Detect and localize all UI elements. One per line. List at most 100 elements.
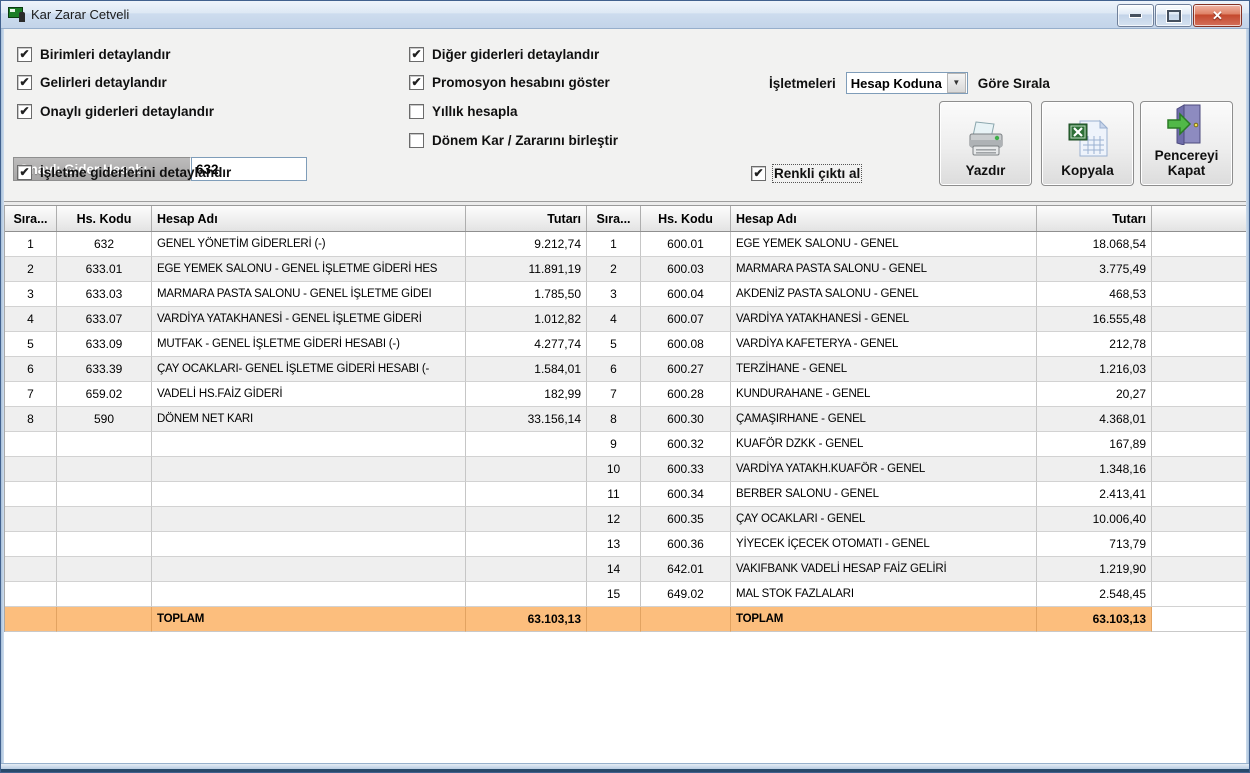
checkbox-unchecked-icon[interactable]: [409, 104, 424, 119]
cell-sira[interactable]: [5, 457, 57, 482]
table-row[interactable]: 6633.39ÇAY OCAKLARI- GENEL İŞLETME GİDER…: [5, 357, 1248, 382]
checkbox-checked-icon[interactable]: ✔: [17, 47, 32, 62]
cell-hesap-adi[interactable]: [152, 582, 466, 607]
cell-tutar[interactable]: [466, 457, 587, 482]
table-row[interactable]: 3633.03MARMARA PASTA SALONU - GENEL İŞLE…: [5, 282, 1248, 307]
sort-combobox[interactable]: Hesap Koduna ▼: [846, 72, 968, 94]
checkbox-checked-icon[interactable]: ✔: [17, 165, 32, 180]
checkbox-renkli-çıktı-al[interactable]: ✔Renkli çıktı al: [751, 165, 860, 181]
cell-extra[interactable]: [1152, 307, 1248, 332]
column-header[interactable]: Hesap Adı: [152, 206, 466, 231]
cell-hs-kodu[interactable]: [57, 582, 152, 607]
cell-sira[interactable]: [5, 582, 57, 607]
cell-extra[interactable]: [1152, 507, 1248, 532]
cell-hs-kodu[interactable]: 633.03: [57, 282, 152, 307]
cell-tutar[interactable]: 18.068,54: [1037, 232, 1152, 257]
table-row[interactable]: 7659.02VADELİ HS.FAİZ GİDERİ182,997600.2…: [5, 382, 1248, 407]
cell-hs-kodu[interactable]: 600.08: [641, 332, 731, 357]
cell-hs-kodu[interactable]: 633.07: [57, 307, 152, 332]
cell-hesap-adi[interactable]: MAL STOK FAZLALARI: [731, 582, 1037, 607]
cell-extra[interactable]: [1152, 432, 1248, 457]
checkbox-checked-icon[interactable]: ✔: [409, 75, 424, 90]
cell-sira[interactable]: 8: [587, 407, 641, 432]
cell-hesap-adi[interactable]: KUAFÖR DZKK - GENEL: [731, 432, 1037, 457]
cell-sira[interactable]: 4: [5, 307, 57, 332]
column-header[interactable]: Hs. Kodu: [641, 206, 731, 231]
cell-hesap-adi[interactable]: ÇAY OCAKLARI - GENEL: [731, 507, 1037, 532]
cell-sira[interactable]: 1: [5, 232, 57, 257]
checkbox-checked-icon[interactable]: ✔: [17, 75, 32, 90]
checkbox-dönem-kar-zararını-birleştir[interactable]: Dönem Kar / Zararını birleştir: [409, 132, 618, 148]
table-row[interactable]: 11600.34BERBER SALONU - GENEL2.413,41: [5, 482, 1248, 507]
cell-extra[interactable]: [1152, 557, 1248, 582]
cell-extra[interactable]: [1152, 407, 1248, 432]
cell-sira[interactable]: 5: [587, 332, 641, 357]
cell-extra[interactable]: [1152, 532, 1248, 557]
checkbox-promosyon-hesabını-göster[interactable]: ✔Promosyon hesabını göster: [409, 74, 610, 90]
column-header[interactable]: Tutarı: [1037, 206, 1152, 231]
cell-sira[interactable]: 5: [5, 332, 57, 357]
cell-sira[interactable]: [5, 557, 57, 582]
cell-extra[interactable]: [1152, 482, 1248, 507]
cell-sira[interactable]: 2: [587, 257, 641, 282]
cell-sira[interactable]: [5, 432, 57, 457]
cell-hesap-adi[interactable]: DÖNEM NET KARI: [152, 407, 466, 432]
cell-tutar[interactable]: 1.348,16: [1037, 457, 1152, 482]
cell-tutar[interactable]: 1.785,50: [466, 282, 587, 307]
column-header[interactable]: Sıra...: [587, 206, 641, 231]
cell-extra[interactable]: [1152, 457, 1248, 482]
cell-hesap-adi[interactable]: [152, 457, 466, 482]
cell-sira[interactable]: 15: [587, 582, 641, 607]
cell-tutar[interactable]: [466, 532, 587, 557]
cell-hs-kodu[interactable]: 600.34: [641, 482, 731, 507]
cell-hesap-adi[interactable]: TERZİHANE - GENEL: [731, 357, 1037, 382]
checkbox-checked-icon[interactable]: ✔: [17, 104, 32, 119]
cell-hesap-adi[interactable]: GENEL YÖNETİM GİDERLERİ (-): [152, 232, 466, 257]
cell-hesap-adi[interactable]: VAKIFBANK VADELİ HESAP FAİZ GELİRİ: [731, 557, 1037, 582]
checkbox-diğer-giderleri-detaylandır[interactable]: ✔Diğer giderleri detaylandır: [409, 46, 599, 62]
checkbox-onaylı-giderleri-detaylandır[interactable]: ✔Onaylı giderleri detaylandır: [17, 103, 214, 119]
close-button[interactable]: ✕: [1193, 4, 1242, 27]
cell-hs-kodu[interactable]: 649.02: [641, 582, 731, 607]
table-row[interactable]: 12600.35ÇAY OCAKLARI - GENEL10.006,40: [5, 507, 1248, 532]
cell-hs-kodu[interactable]: 642.01: [641, 557, 731, 582]
cell-sira[interactable]: 14: [587, 557, 641, 582]
cell-sira[interactable]: 3: [5, 282, 57, 307]
table-row[interactable]: 1632GENEL YÖNETİM GİDERLERİ (-)9.212,741…: [5, 232, 1248, 257]
cell-hs-kodu[interactable]: 600.33: [641, 457, 731, 482]
cell-hs-kodu[interactable]: 600.35: [641, 507, 731, 532]
table-row[interactable]: 5633.09MUTFAK - GENEL İŞLETME GİDERİ HES…: [5, 332, 1248, 357]
checkbox-checked-icon[interactable]: ✔: [751, 166, 766, 181]
table-row[interactable]: 14642.01VAKIFBANK VADELİ HESAP FAİZ GELİ…: [5, 557, 1248, 582]
close-window-button[interactable]: Pencereyi Kapat: [1140, 101, 1233, 186]
table-row[interactable]: 2633.01EGE YEMEK SALONU - GENEL İŞLETME …: [5, 257, 1248, 282]
cell-tutar[interactable]: 10.006,40: [1037, 507, 1152, 532]
cell-tutar[interactable]: 1.216,03: [1037, 357, 1152, 382]
cell-tutar[interactable]: 2.548,45: [1037, 582, 1152, 607]
cell-sira[interactable]: 1: [587, 232, 641, 257]
cell-hs-kodu[interactable]: 600.27: [641, 357, 731, 382]
cell-sira[interactable]: 9: [587, 432, 641, 457]
cell-tutar[interactable]: [466, 582, 587, 607]
cell-hesap-adi[interactable]: YİYECEK İÇECEK OTOMATI - GENEL: [731, 532, 1037, 557]
cell-hs-kodu[interactable]: 590: [57, 407, 152, 432]
table-row[interactable]: 4633.07VARDİYA YATAKHANESİ - GENEL İŞLET…: [5, 307, 1248, 332]
cell-sira[interactable]: [5, 532, 57, 557]
cell-tutar[interactable]: 3.775,49: [1037, 257, 1152, 282]
cell-extra[interactable]: [1152, 357, 1248, 382]
maximize-button[interactable]: [1155, 4, 1192, 27]
cell-hesap-adi[interactable]: VARDİYA YATAKHANESİ - GENEL İŞLETME GİDE…: [152, 307, 466, 332]
table-row[interactable]: 15649.02MAL STOK FAZLALARI2.548,45: [5, 582, 1248, 607]
column-header[interactable]: Hesap Adı: [731, 206, 1037, 231]
cell-tutar[interactable]: 182,99: [466, 382, 587, 407]
cell-hesap-adi[interactable]: [152, 482, 466, 507]
cell-tutar[interactable]: 1.584,01: [466, 357, 587, 382]
cell-tutar[interactable]: [466, 557, 587, 582]
cell-hesap-adi[interactable]: AKDENİZ PASTA SALONU - GENEL: [731, 282, 1037, 307]
cell-tutar[interactable]: 1.012,82: [466, 307, 587, 332]
cell-tutar[interactable]: 33.156,14: [466, 407, 587, 432]
table-row[interactable]: 10600.33VARDİYA YATAKH.KUAFÖR - GENEL1.3…: [5, 457, 1248, 482]
cell-hesap-adi[interactable]: KUNDURAHANE - GENEL: [731, 382, 1037, 407]
cell-hs-kodu[interactable]: [57, 507, 152, 532]
cell-tutar[interactable]: 468,53: [1037, 282, 1152, 307]
